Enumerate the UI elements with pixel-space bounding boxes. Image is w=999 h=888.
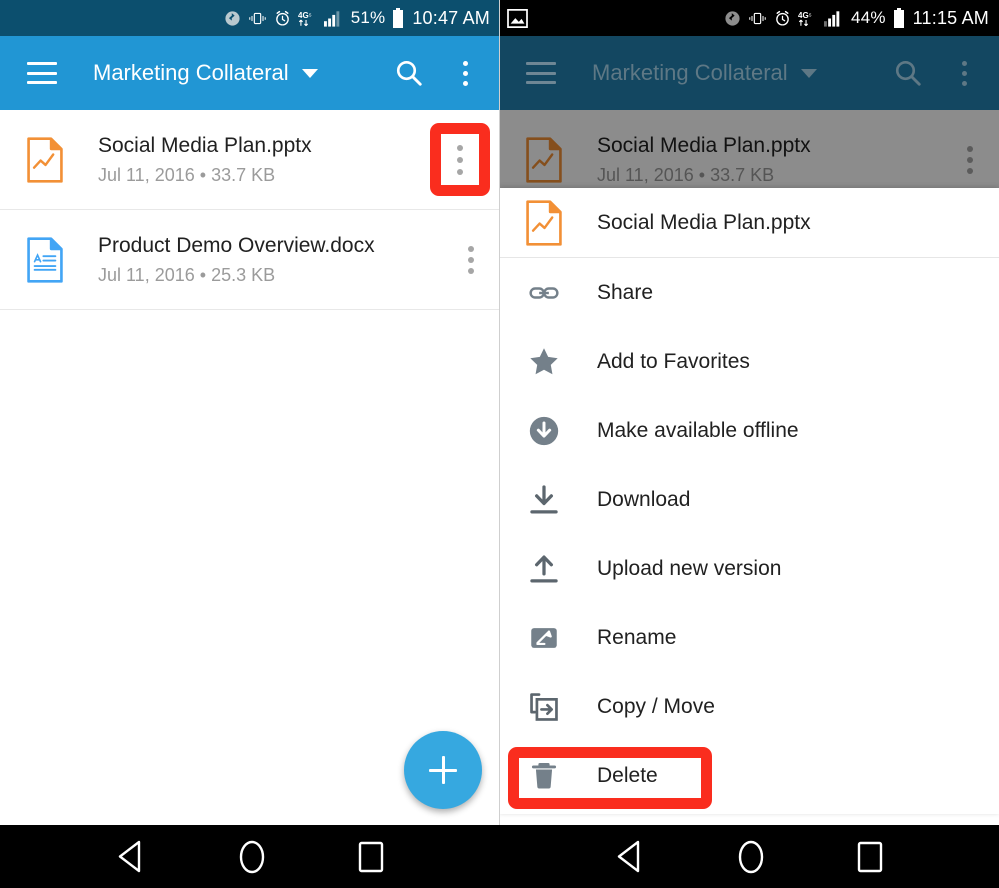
alarm-icon (275, 10, 289, 26)
right-status-icons: 4G 5 44% 11:15 AM (724, 8, 989, 29)
left-status-icons: 4G 5 51% 10:47 AM (224, 8, 490, 29)
battery-icon (893, 8, 904, 28)
file-info: Product Demo Overview.docx Jul 11, 2016 … (98, 233, 442, 286)
menu-item-label: Copy / Move (597, 694, 715, 718)
hamburger-icon[interactable] (526, 62, 556, 84)
left-status-bar: 4G 5 51% 10:47 AM (0, 0, 500, 36)
signal-bars-icon (824, 10, 840, 27)
menu-item-label: Share (597, 280, 654, 304)
file-date: Jul 11, 2016 (98, 165, 195, 186)
page-title: Marketing Collateral (592, 60, 788, 85)
menu-item-label: Delete (597, 763, 658, 787)
back-triangle-icon[interactable] (615, 840, 645, 873)
table-row[interactable]: Product Demo Overview.docx Jul 11, 2016 … (0, 210, 500, 310)
chevron-down-icon[interactable] (301, 68, 318, 78)
nav-group-right (500, 825, 999, 888)
left-phone-pane: 4G 5 51% 10:47 AM Marketing Collateral S… (0, 0, 500, 825)
search-icon[interactable] (891, 56, 925, 90)
menu-item-label: Upload new version (597, 556, 782, 580)
menu-item-label: Add to Favorites (597, 349, 750, 373)
android-nav-bar (0, 825, 999, 888)
file-subtitle: Jul 11, 2016 • 33.7 KB (98, 165, 442, 186)
4g-lte-icon: 4G 5 (798, 10, 812, 26)
file-size: 25.3 KB (211, 265, 276, 286)
home-circle-icon[interactable] (238, 840, 266, 874)
battery-percent-label: 44% (851, 8, 886, 27)
menu-item-rename[interactable]: Rename (499, 603, 999, 672)
bluetooth-icon (725, 10, 740, 26)
modal-scrim[interactable] (499, 110, 999, 188)
trash-icon (521, 759, 567, 793)
context-menu-header: Social Media Plan.pptx (499, 188, 999, 258)
menu-item-label: Rename (597, 625, 677, 649)
right-app-bar: Marketing Collateral (499, 36, 999, 110)
file-date: Jul 11, 2016 (98, 265, 195, 286)
left-app-bar: Marketing Collateral (0, 36, 500, 110)
file-separator: • (199, 265, 207, 286)
file-list: Social Media Plan.pptx Jul 11, 2016 • 33… (0, 110, 500, 310)
table-row[interactable]: Social Media Plan.pptx Jul 11, 2016 • 33… (0, 110, 500, 210)
clock-label: 10:47 AM (412, 7, 490, 28)
menu-item-label: Download (597, 487, 691, 511)
file-separator: • (199, 165, 207, 186)
menu-item-copy-move[interactable]: Copy / Move (499, 672, 999, 741)
svg-text:5: 5 (809, 12, 812, 17)
recents-square-icon[interactable] (358, 840, 384, 874)
row-overflow-menu-icon[interactable] (442, 110, 500, 209)
rename-icon (521, 621, 567, 655)
add-button-fab[interactable] (404, 731, 482, 809)
vibrate-icon (749, 12, 766, 24)
file-subtitle: Jul 11, 2016 • 25.3 KB (98, 265, 442, 286)
chevron-down-icon[interactable] (800, 68, 817, 78)
menu-item-make-available-offline[interactable]: Make available offline (499, 396, 999, 465)
menu-item-share[interactable]: Share (499, 258, 999, 327)
vibrate-icon (248, 12, 266, 24)
clock-label: 11:15 AM (912, 7, 989, 28)
kebab-menu-icon[interactable] (951, 56, 977, 90)
copy-move-icon (521, 690, 567, 724)
home-circle-icon[interactable] (737, 840, 765, 874)
file-name: Product Demo Overview.docx (98, 233, 375, 257)
hamburger-icon[interactable] (27, 62, 57, 84)
menu-item-upload-new-version[interactable]: Upload new version (499, 534, 999, 603)
pptx-file-icon (521, 199, 567, 246)
bluetooth-icon (225, 10, 240, 26)
back-triangle-icon[interactable] (116, 840, 146, 873)
screenshot-root: 4G 5 51% 10:47 AM Marketing Collateral S… (0, 0, 999, 888)
svg-text:4G: 4G (798, 10, 809, 19)
svg-text:4G: 4G (298, 10, 309, 19)
recents-square-icon[interactable] (857, 840, 883, 874)
battery-icon (393, 8, 404, 28)
star-icon (521, 345, 567, 379)
svg-text:5: 5 (309, 12, 312, 17)
upload-icon (521, 552, 567, 586)
download-icon (521, 483, 567, 517)
kebab-menu-icon[interactable] (452, 56, 478, 90)
menu-item-label: Make available offline (597, 418, 799, 442)
file-size: 33.7 KB (211, 165, 276, 186)
page-title: Marketing Collateral (93, 60, 289, 85)
menu-item-add-to-favorites[interactable]: Add to Favorites (499, 327, 999, 396)
menu-item-delete[interactable]: Delete (499, 741, 999, 810)
context-menu-title: Social Media Plan.pptx (597, 210, 811, 234)
search-icon[interactable] (392, 56, 426, 90)
row-overflow-menu-icon[interactable] (442, 210, 500, 309)
file-name: Social Media Plan.pptx (98, 133, 312, 157)
link-icon (521, 276, 567, 310)
right-phone-pane: 4G 5 44% 11:15 AM Marketing Collateral S… (499, 0, 999, 825)
pptx-file-icon (22, 136, 68, 183)
menu-item-download[interactable]: Download (499, 465, 999, 534)
right-status-bar: 4G 5 44% 11:15 AM (499, 0, 999, 36)
pane-divider (499, 0, 500, 825)
docx-file-icon (22, 236, 68, 283)
signal-bars-icon (323, 10, 340, 27)
nav-group-left (0, 825, 500, 888)
file-info: Social Media Plan.pptx Jul 11, 2016 • 33… (98, 133, 442, 186)
alarm-icon (776, 10, 789, 26)
offline-icon (521, 414, 567, 448)
battery-percent-label: 51% (350, 8, 386, 27)
image-notification-icon (507, 8, 528, 28)
context-menu: Social Media Plan.pptx Share Add to Favo… (499, 188, 999, 814)
4g-lte-icon: 4G 5 (298, 10, 312, 26)
